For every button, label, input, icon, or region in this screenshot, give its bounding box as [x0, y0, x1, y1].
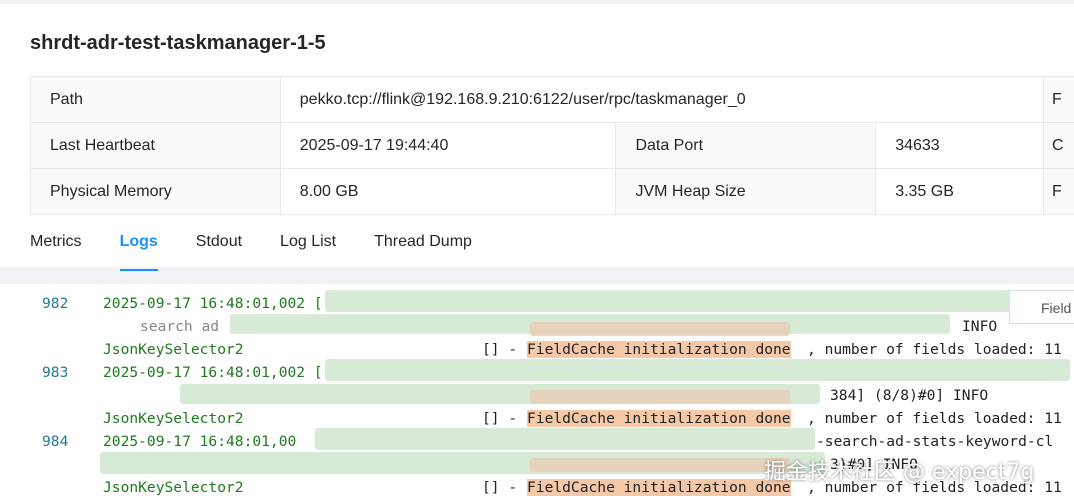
heartbeat-value: 2025-09-17 19:44:40: [279, 122, 617, 169]
field-tooltip: Field: [1009, 290, 1074, 324]
redaction-mosaic: [530, 390, 790, 404]
tab-metrics[interactable]: Metrics: [30, 232, 82, 271]
redaction-mosaic: [530, 458, 790, 472]
watermark: 掘金技术社区 @ expect7g: [764, 460, 1035, 485]
data-port-extra: C: [1043, 122, 1074, 169]
log-bracket: [] -: [482, 341, 526, 358]
log-level: INFO: [962, 318, 998, 335]
tab-stdout[interactable]: Stdout: [196, 232, 242, 271]
tab-logs[interactable]: Logs: [119, 232, 159, 271]
tab-thread-dump[interactable]: Thread Dump: [374, 232, 472, 271]
log-class: JsonKeySelector2: [103, 479, 244, 496]
log-message-highlight: FieldCache initialization done: [527, 479, 791, 496]
path-extra: F: [1043, 76, 1074, 123]
log-bracket: [] -: [482, 479, 526, 496]
log-message-highlight: FieldCache initialization done: [527, 341, 791, 358]
log-timestamp: 2025-09-17 16:48:01,002 [: [103, 295, 323, 312]
log-message-highlight: FieldCache initialization done: [527, 410, 791, 427]
data-port-label: Data Port: [615, 122, 877, 169]
path-value: pekko.tcp://flink@192.168.9.210:6122/use…: [279, 76, 1045, 123]
heartbeat-label: Last Heartbeat: [30, 122, 281, 169]
log-tail: , number of fields loaded: 11: [807, 341, 1062, 358]
log-class: JsonKeySelector2: [103, 410, 244, 427]
log-tail: , number of fields loaded: 11: [807, 410, 1062, 427]
info-row-heartbeat: Last Heartbeat 2025-09-17 19:44:40 Data …: [30, 122, 1074, 169]
memory-value: 8.00 GB: [279, 168, 617, 215]
tab-log-list[interactable]: Log List: [280, 232, 336, 271]
taskmanager-tabs: Metrics Logs Stdout Log List Thread Dump: [30, 232, 510, 271]
redaction-mosaic: [530, 322, 790, 336]
log-fragment: search ad: [140, 318, 220, 335]
log-fragment: 384] (8/8)#0] INFO: [830, 387, 989, 404]
line-number: 984: [42, 433, 69, 450]
log-class: JsonKeySelector2: [103, 341, 244, 358]
log-bracket: [] -: [482, 410, 526, 427]
log-timestamp: 2025-09-17 16:48:01,002 [: [103, 364, 323, 381]
path-label: Path: [30, 76, 281, 123]
redaction-mosaic: [325, 290, 1015, 312]
info-row-path: Path pekko.tcp://flink@192.168.9.210:612…: [30, 76, 1074, 123]
line-number: 982: [42, 295, 69, 312]
taskmanager-card: shrdt-adr-test-taskmanager-1-5 Path pekk…: [0, 4, 1074, 271]
line-number: 983: [42, 364, 69, 381]
info-row-memory: Physical Memory 8.00 GB JVM Heap Size 3.…: [30, 168, 1074, 215]
page-title: shrdt-adr-test-taskmanager-1-5: [30, 32, 326, 54]
memory-label: Physical Memory: [30, 168, 281, 215]
taskmanager-info-table: Path pekko.tcp://flink@192.168.9.210:612…: [30, 76, 1074, 215]
data-port-value: 34633: [875, 122, 1045, 169]
log-fragment: -search-ad-stats-keyword-cl: [816, 433, 1054, 450]
log-timestamp: 2025-09-17 16:48:01,00: [103, 433, 297, 450]
redaction-mosaic: [325, 359, 1070, 381]
redaction-mosaic: [315, 428, 815, 450]
jvm-extra: F: [1043, 168, 1074, 215]
jvm-label: JVM Heap Size: [615, 168, 877, 215]
jvm-value: 3.35 GB: [875, 168, 1045, 215]
